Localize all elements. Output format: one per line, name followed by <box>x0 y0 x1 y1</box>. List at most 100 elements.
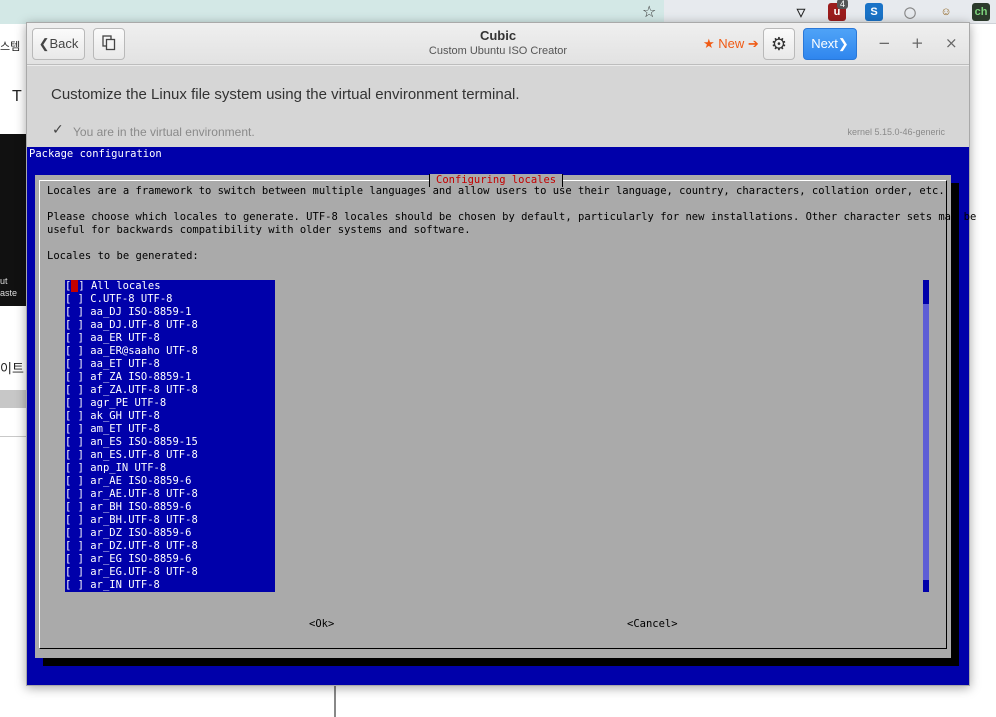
checkbox[interactable]: [ ] <box>65 436 84 448</box>
checkbox[interactable]: [ ] <box>65 462 84 474</box>
locale-item[interactable]: [ ] ar_BH ISO-8859-6 <box>65 501 275 514</box>
scrollbar-thumb[interactable] <box>923 280 929 304</box>
locale-checklist[interactable]: [] All locales[ ] C.UTF-8 UTF-8[ ] aa_DJ… <box>65 280 275 592</box>
locale-item[interactable]: [ ] ar_DZ ISO-8859-6 <box>65 527 275 540</box>
ch-extension-icon[interactable]: ch <box>972 3 990 21</box>
locale-label: All locales <box>90 280 161 292</box>
locale-label: aa_ET UTF-8 <box>90 358 160 370</box>
bookmark-star-icon[interactable]: ☆ <box>642 2 656 21</box>
background-gray-bar <box>0 390 26 408</box>
checkbox[interactable]: [ ] <box>65 527 84 539</box>
locale-item[interactable]: [ ] anp_IN UTF-8 <box>65 462 275 475</box>
locale-label: ar_IN UTF-8 <box>90 579 160 591</box>
locale-item[interactable]: [ ] ar_DZ.UTF-8 UTF-8 <box>65 540 275 553</box>
locale-item[interactable]: [ ] ar_IN UTF-8 <box>65 579 275 592</box>
locale-item[interactable]: [ ] ak_GH UTF-8 <box>65 410 275 423</box>
checkbox[interactable]: [ ] <box>65 371 84 383</box>
locale-item[interactable]: [ ] agr_PE UTF-8 <box>65 397 275 410</box>
checkbox[interactable]: [ ] <box>65 553 84 565</box>
checkbox[interactable]: [ ] <box>65 579 84 591</box>
minimize-button[interactable]: − <box>878 34 891 52</box>
dialog-text-line: Locales are a framework to switch betwee… <box>47 185 945 197</box>
checkbox[interactable]: [ ] <box>65 384 84 396</box>
locale-item[interactable]: [ ] aa_ER@saaho UTF-8 <box>65 345 275 358</box>
terminal-backtitle: Package configuration <box>29 148 162 160</box>
locale-label: an_ES ISO-8859-15 <box>90 436 198 448</box>
check-icon: ✓ <box>52 122 64 138</box>
locale-label: agr_PE UTF-8 <box>90 397 167 409</box>
close-button[interactable]: × <box>945 34 958 52</box>
locale-label: ar_DZ.UTF-8 UTF-8 <box>90 540 198 552</box>
checkbox[interactable]: [ ] <box>65 514 84 526</box>
checkbox[interactable]: [ ] <box>65 540 84 552</box>
background-tab-text: 스템 <box>0 41 21 53</box>
background-paste-text: aste <box>0 288 18 298</box>
checkbox[interactable]: [ ] <box>65 566 84 578</box>
checkbox[interactable]: [ ] <box>65 397 84 409</box>
locale-item[interactable]: [ ] ar_AE.UTF-8 UTF-8 <box>65 488 275 501</box>
checkbox[interactable]: [ ] <box>65 358 84 370</box>
checkbox[interactable]: [ ] <box>65 449 84 461</box>
page-instruction: Customize the Linux file system using th… <box>51 86 520 103</box>
checkbox[interactable]: [ ] <box>65 293 84 305</box>
locale-label: aa_DJ ISO-8859-1 <box>90 306 192 318</box>
page-header: Customize the Linux file system using th… <box>27 66 969 147</box>
checkbox[interactable]: [ ] <box>65 475 84 487</box>
monkey-icon[interactable]: ☺ <box>937 3 955 21</box>
locale-item[interactable]: [ ] aa_ER UTF-8 <box>65 332 275 345</box>
ok-button[interactable]: <Ok> <box>309 618 334 630</box>
locale-label: ak_GH UTF-8 <box>90 410 160 422</box>
checkbox[interactable]: [ ] <box>65 423 84 435</box>
maximize-button[interactable]: + <box>911 34 924 52</box>
locale-label: af_ZA ISO-8859-1 <box>90 371 192 383</box>
pocket-icon[interactable]: ▽ <box>792 3 810 21</box>
checkbox[interactable]: [ ] <box>65 306 84 318</box>
locale-item[interactable]: [ ] ar_AE ISO-8859-6 <box>65 475 275 488</box>
locale-item[interactable]: [] All locales <box>65 280 275 293</box>
locale-label: ar_DZ ISO-8859-6 <box>90 527 192 539</box>
locale-label: ar_EG ISO-8859-6 <box>90 553 192 565</box>
locale-item[interactable]: [ ] ar_EG ISO-8859-6 <box>65 553 275 566</box>
browser-url-area[interactable] <box>0 0 664 24</box>
settings-button[interactable]: ⚙ <box>763 28 795 60</box>
next-button[interactable]: Next❯ <box>803 28 857 60</box>
background-page-right <box>968 24 996 717</box>
locale-item[interactable]: [ ] aa_DJ ISO-8859-1 <box>65 306 275 319</box>
checkbox[interactable]: [ ] <box>65 345 84 357</box>
locale-label: anp_IN UTF-8 <box>90 462 167 474</box>
cubic-window: ❮Back Cubic Custom Ubuntu ISO Creator ★ … <box>26 22 976 686</box>
background-page-bottom <box>26 686 968 717</box>
environment-status: You are in the virtual environment. <box>73 125 255 139</box>
locale-item[interactable]: [ ] aa_ET UTF-8 <box>65 358 275 371</box>
checkbox[interactable]: [] <box>65 280 85 292</box>
locale-item[interactable]: [ ] af_ZA ISO-8859-1 <box>65 371 275 384</box>
checkbox[interactable]: [ ] <box>65 332 84 344</box>
extension-badge: 4 <box>837 0 849 9</box>
dialog-text-line: useful for backwards compatibility with … <box>47 224 471 236</box>
checkbox[interactable]: [ ] <box>65 410 84 422</box>
locale-item[interactable]: [ ] am_ET UTF-8 <box>65 423 275 436</box>
locale-label: ar_EG.UTF-8 UTF-8 <box>90 566 198 578</box>
checkbox[interactable]: [ ] <box>65 488 84 500</box>
checkbox[interactable]: [ ] <box>65 501 84 513</box>
locale-item[interactable]: [ ] aa_DJ.UTF-8 UTF-8 <box>65 319 275 332</box>
checkbox[interactable]: [ ] <box>65 319 84 331</box>
background-vertical-line <box>334 686 336 717</box>
locale-item[interactable]: [ ] an_ES ISO-8859-15 <box>65 436 275 449</box>
list-scrollbar[interactable] <box>923 280 929 592</box>
locale-label: an_ES.UTF-8 UTF-8 <box>90 449 198 461</box>
skype-icon[interactable]: S <box>865 3 883 21</box>
locale-item[interactable]: [ ] an_ES.UTF-8 UTF-8 <box>65 449 275 462</box>
locale-label: ar_BH ISO-8859-6 <box>90 501 192 513</box>
cancel-button[interactable]: <Cancel> <box>627 618 678 630</box>
virtual-terminal[interactable]: Package configuration Configuring locale… <box>27 147 976 685</box>
locale-item[interactable]: [ ] af_ZA.UTF-8 UTF-8 <box>65 384 275 397</box>
locale-item[interactable]: [ ] ar_EG.UTF-8 UTF-8 <box>65 566 275 579</box>
new-project-link[interactable]: ★ New ➔ <box>703 36 759 52</box>
locale-item[interactable]: [ ] C.UTF-8 UTF-8 <box>65 293 275 306</box>
toggle-icon[interactable]: ◯ <box>901 3 919 21</box>
locale-label: ar_AE ISO-8859-6 <box>90 475 192 487</box>
scrollbar-end <box>923 580 929 592</box>
locale-item[interactable]: [ ] ar_BH.UTF-8 UTF-8 <box>65 514 275 527</box>
header-bar: ❮Back Cubic Custom Ubuntu ISO Creator ★ … <box>27 23 969 65</box>
